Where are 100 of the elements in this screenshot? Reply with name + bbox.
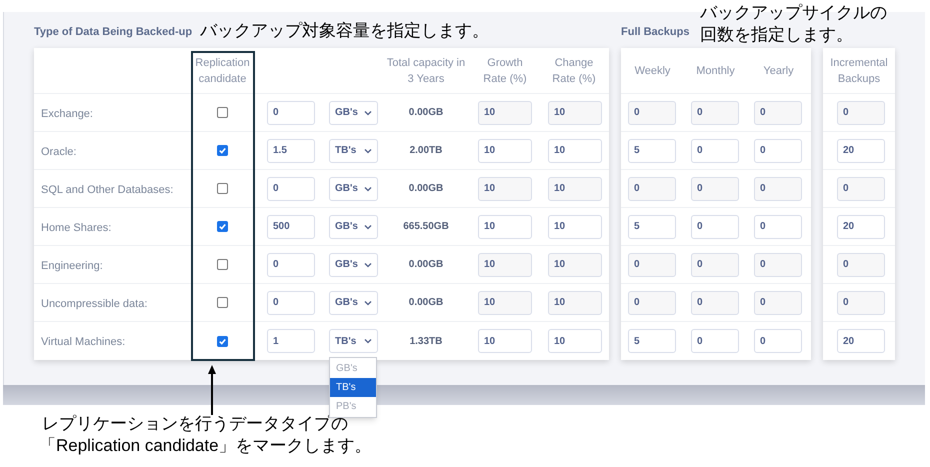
input-field[interactable]: 0 (837, 100, 885, 124)
chevron-down-icon (364, 186, 372, 192)
column-header: Change Rate (%) (551, 56, 597, 86)
input-field[interactable]: 0 (691, 100, 739, 124)
input-field[interactable]: 20 (837, 214, 885, 238)
total-capacity: 1.33TB (410, 334, 442, 348)
input-field[interactable]: 10 (478, 138, 532, 162)
checkbox[interactable] (217, 183, 228, 194)
checkbox[interactable] (217, 221, 228, 232)
input-field[interactable]: 0 (628, 100, 676, 124)
input-field[interactable]: 0 (628, 176, 676, 200)
chevron-down-icon (364, 262, 372, 268)
checkbox[interactable] (217, 297, 228, 308)
annotation-text: バックアップサイクルの (700, 2, 887, 24)
input-field[interactable]: 500 (267, 214, 315, 238)
unit-select[interactable]: TB's (329, 329, 378, 353)
input-field[interactable]: 10 (478, 176, 532, 200)
chevron-down-icon (364, 224, 372, 230)
input-field[interactable]: 10 (548, 214, 602, 238)
input-field[interactable]: 5 (628, 329, 676, 353)
total-capacity: 665.50GB (403, 220, 449, 234)
input-field[interactable]: 10 (548, 290, 602, 314)
total-capacity: 2.00TB (410, 144, 442, 158)
chevron-down-icon (364, 110, 372, 116)
input-field[interactable]: 0 (754, 214, 802, 238)
input-field[interactable]: 20 (837, 329, 885, 353)
chevron-down-icon (364, 148, 372, 154)
input-field[interactable]: 5 (628, 214, 676, 238)
row-label: Exchange: (41, 108, 93, 120)
input-field[interactable]: 0 (628, 252, 676, 276)
section-title: Type of Data Being Backed-up (34, 24, 192, 40)
input-field[interactable]: 10 (478, 214, 532, 238)
input-field[interactable]: 0 (691, 329, 739, 353)
checkbox[interactable] (217, 336, 228, 346)
input-field[interactable]: 10 (548, 138, 602, 162)
input-field[interactable]: 0 (267, 176, 315, 200)
column-header: Growth Rate (%) (482, 56, 528, 86)
check-icon (218, 336, 227, 346)
total-capacity: 0.00GB (408, 182, 444, 196)
input-field[interactable]: 1.5 (267, 138, 315, 162)
row-label: Virtual Machines: (41, 336, 126, 348)
input-field[interactable]: 0 (691, 290, 739, 314)
column-header: Total capacity in 3 Years (386, 56, 466, 86)
input-field[interactable]: 0 (754, 329, 802, 353)
input-field[interactable]: 10 (478, 329, 532, 353)
input-field[interactable]: 10 (548, 252, 602, 276)
input-field[interactable]: 0 (754, 100, 802, 124)
unit-select[interactable]: GB's (329, 252, 378, 276)
column-header: Incremental Backups (829, 56, 889, 86)
annotation-text: 「Replication candidate」をマークします。 (39, 435, 372, 457)
input-field[interactable]: 0 (754, 290, 802, 314)
unit-select[interactable]: GB's (329, 100, 378, 124)
input-field[interactable]: 10 (548, 100, 602, 124)
unit-select[interactable]: GB's (329, 176, 378, 200)
input-field[interactable]: 10 (478, 290, 532, 314)
input-field[interactable]: 0 (837, 176, 885, 200)
input-field[interactable]: 0 (267, 252, 315, 276)
unit-select[interactable]: TB's (329, 138, 378, 162)
input-field[interactable]: 5 (628, 138, 676, 162)
input-field[interactable]: 20 (837, 138, 885, 162)
input-field[interactable]: 10 (478, 252, 532, 276)
annotation-text: 回数を指定します。 (700, 24, 854, 46)
menu-option[interactable]: TB's (330, 378, 376, 397)
input-field[interactable]: 1 (267, 329, 315, 353)
input-field[interactable]: 0 (754, 252, 802, 276)
input-field[interactable]: 0 (267, 100, 315, 124)
section-title: Full Backups (621, 24, 690, 40)
chevron-down-icon (364, 338, 372, 344)
column-header: Monthly (696, 64, 735, 78)
input-field[interactable]: 0 (691, 176, 739, 200)
total-capacity: 0.00GB (408, 258, 444, 272)
row-label: Uncompressible data: (41, 298, 148, 310)
total-capacity: 0.00GB (408, 296, 444, 310)
input-field[interactable]: 0 (691, 252, 739, 276)
checkbox[interactable] (217, 259, 228, 270)
column-header: Replication candidate (194, 56, 251, 86)
column-header: Yearly (763, 64, 794, 78)
checkbox[interactable] (217, 107, 228, 118)
annotation-text: バックアップ対象容量を指定します。 (200, 20, 490, 42)
row-label: Oracle: (41, 146, 76, 158)
row-label: SQL and Other Databases: (41, 184, 174, 196)
input-field[interactable]: 0 (267, 290, 315, 314)
arrow-drawing (207, 363, 217, 415)
unit-select[interactable]: GB's (329, 214, 378, 238)
chevron-down-icon (364, 300, 372, 306)
input-field[interactable]: 10 (548, 329, 602, 353)
row-label: Home Shares: (41, 222, 112, 234)
input-field[interactable]: 10 (548, 176, 602, 200)
input-field[interactable]: 0 (754, 176, 802, 200)
input-field[interactable]: 0 (837, 252, 885, 276)
input-field[interactable]: 0 (628, 290, 676, 314)
input-field[interactable]: 0 (691, 214, 739, 238)
check-icon (218, 146, 227, 155)
total-capacity: 0.00GB (408, 106, 444, 120)
input-field[interactable]: 0 (691, 138, 739, 162)
checkbox[interactable] (217, 145, 228, 156)
input-field[interactable]: 10 (478, 100, 532, 124)
unit-select[interactable]: GB's (329, 290, 378, 314)
input-field[interactable]: 0 (754, 138, 802, 162)
input-field[interactable]: 0 (837, 290, 885, 314)
